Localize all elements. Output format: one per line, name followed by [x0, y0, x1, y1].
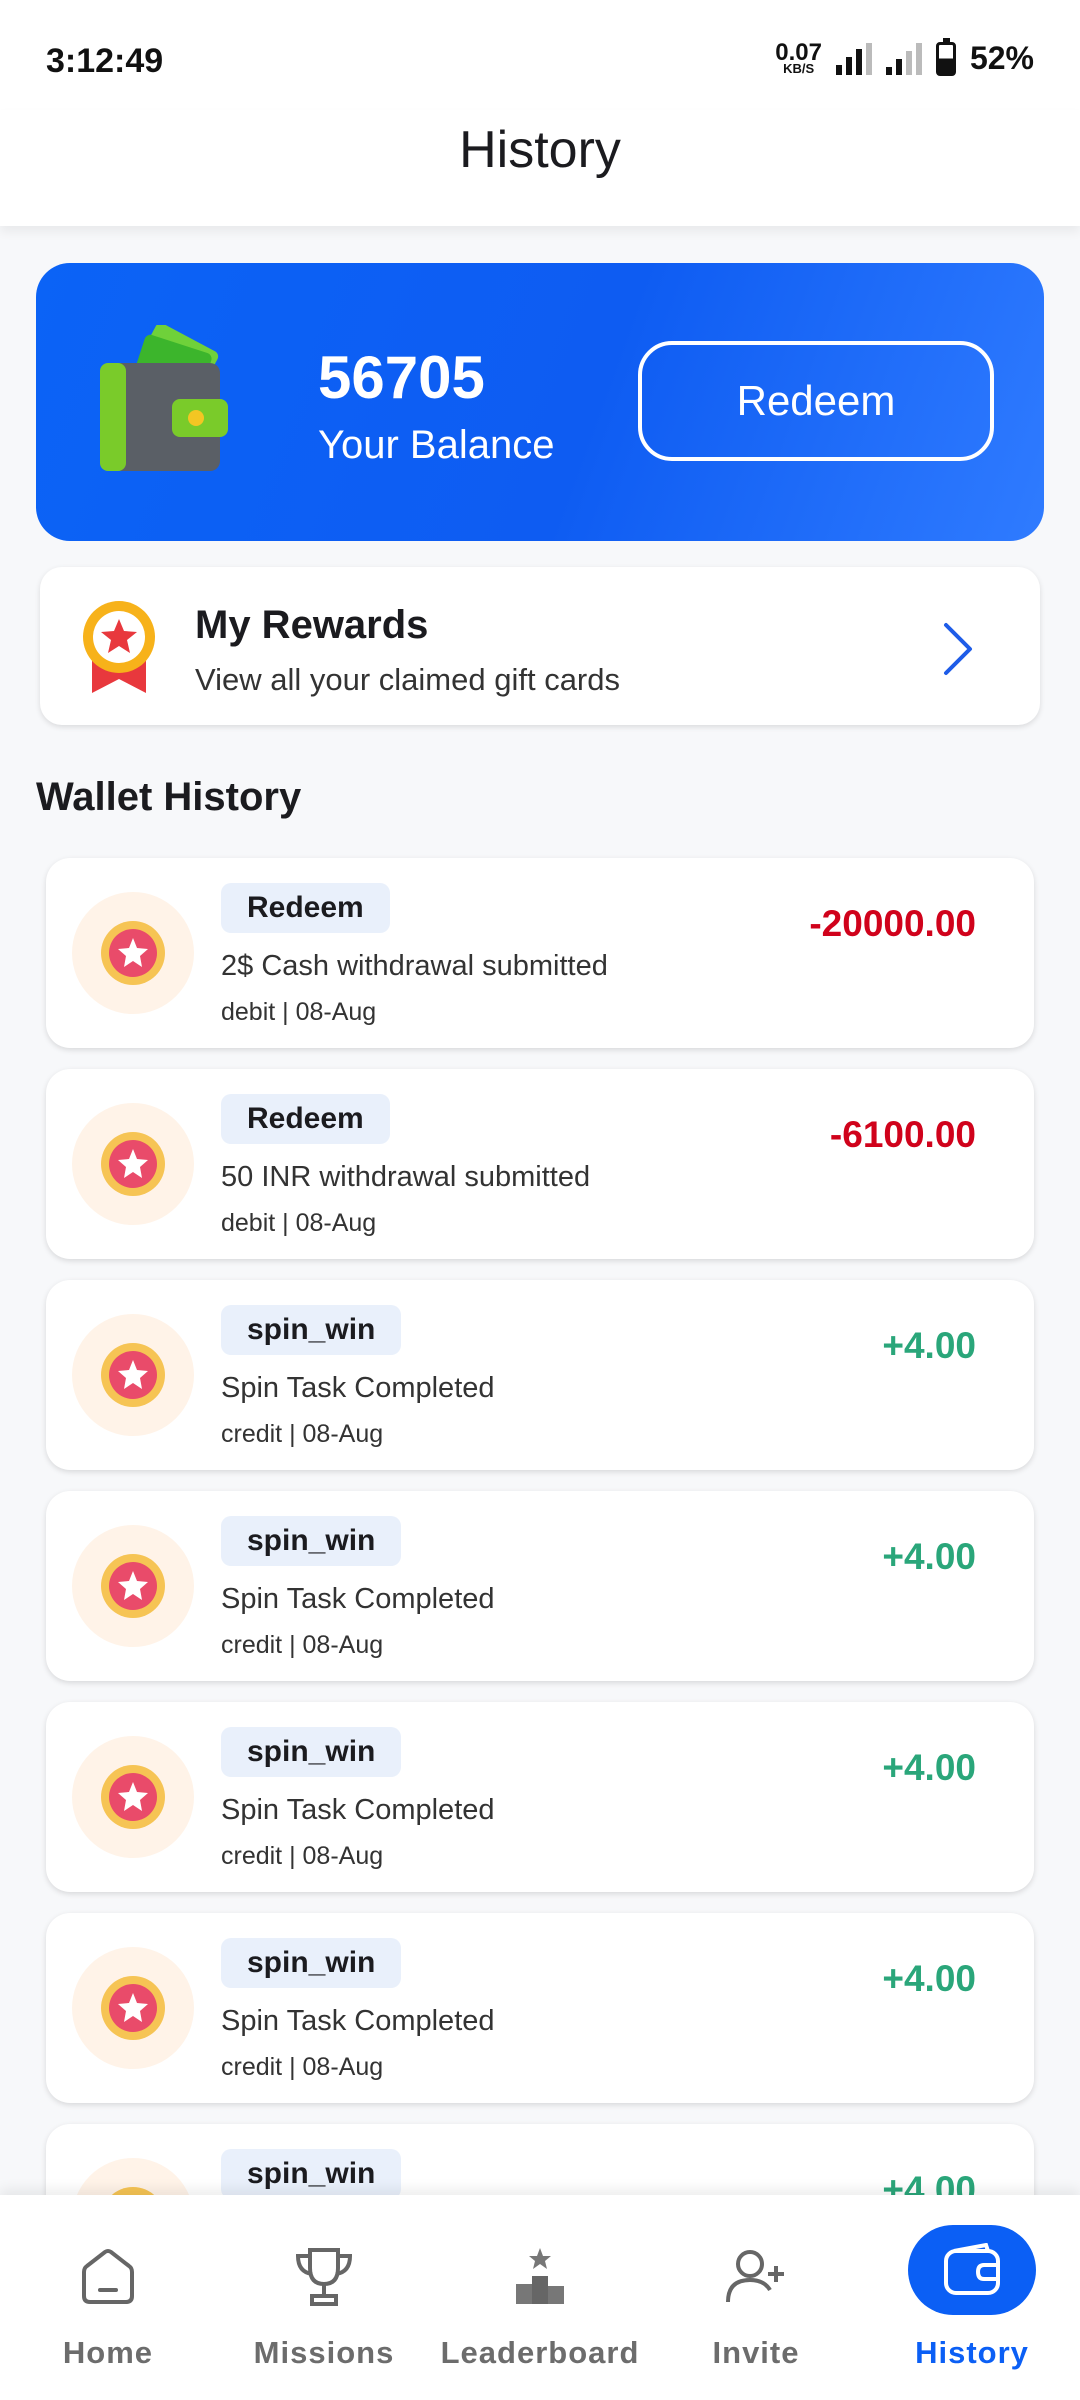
transaction-meta: credit | 08-Aug	[221, 1631, 384, 1659]
coin-badge	[72, 1736, 194, 1858]
transaction-description: 50 INR withdrawal submitted	[221, 1161, 591, 1193]
transaction-tag: spin_win	[221, 1516, 402, 1566]
nav-item-leaderboard[interactable]: Leaderboard	[432, 2195, 648, 2400]
battery-percent: 52%	[969, 40, 1034, 76]
app-header: History	[0, 110, 1080, 226]
transaction-row[interactable]: Redeem 50 INR withdrawal submitted debit…	[46, 1069, 1034, 1259]
transaction-meta: credit | 08-Aug	[221, 1842, 384, 1870]
balance-label: Your Balance	[318, 423, 555, 467]
transaction-amount: -20000.00	[809, 903, 976, 944]
transaction-amount: -6100.00	[829, 1114, 976, 1155]
coin-badge	[72, 1103, 194, 1225]
nav-item-missions[interactable]: Missions	[216, 2195, 432, 2400]
transaction-tag: spin_win	[221, 2149, 402, 2199]
transaction-description: Spin Task Completed	[221, 1794, 495, 1826]
status-time: 3:12:49	[46, 42, 164, 80]
wallet-illustration-icon	[100, 325, 228, 471]
bottom-nav: Home Missions Leaderboard Invite History	[0, 2195, 1080, 2400]
transaction-meta: credit | 08-Aug	[221, 2053, 384, 2081]
nav-label-invite: Invite	[712, 2335, 800, 2370]
transaction-meta: credit | 08-Aug	[221, 1420, 384, 1448]
wallet-history-title: Wallet History	[36, 775, 302, 819]
wallet-icon	[908, 2225, 1036, 2315]
battery-icon	[935, 37, 956, 76]
transaction-row[interactable]: spin_win Spin Task Completed credit | 08…	[46, 1702, 1034, 1892]
leaderboard-icon	[505, 2241, 575, 2311]
wallet-history-list: Redeem 2$ Cash withdrawal submitted debi…	[46, 858, 1034, 2335]
nav-label-home: Home	[62, 2335, 154, 2370]
transaction-meta: debit | 08-Aug	[221, 998, 377, 1026]
rewards-title: My Rewards	[195, 603, 429, 647]
home-icon	[73, 2241, 143, 2311]
nav-label-leaderboard: Leaderboard	[440, 2335, 640, 2370]
transaction-tag: spin_win	[221, 1727, 402, 1777]
page-title: History	[459, 121, 621, 179]
coin-icon	[101, 1132, 165, 1196]
nav-item-invite[interactable]: Invite	[648, 2195, 864, 2400]
transaction-row[interactable]: spin_win Spin Task Completed credit | 08…	[46, 1280, 1034, 1470]
mobile-data-signal-icon	[885, 42, 922, 75]
coin-badge	[72, 892, 194, 1014]
add-user-icon	[721, 2241, 791, 2311]
coin-icon	[101, 921, 165, 985]
transaction-amount: +4.00	[882, 1325, 976, 1366]
coin-icon	[101, 1554, 165, 1618]
chevron-right-icon[interactable]	[938, 621, 978, 677]
coin-badge	[72, 1314, 194, 1436]
transaction-tag: Redeem	[221, 1094, 390, 1144]
coin-icon	[101, 1765, 165, 1829]
signal-icon	[835, 42, 872, 75]
medal-icon	[83, 601, 155, 693]
coin-badge	[72, 1947, 194, 2069]
transaction-tag: spin_win	[221, 1938, 402, 1988]
coin-icon	[101, 1976, 165, 2040]
nav-label-history: History	[915, 2335, 1029, 2370]
my-rewards-card[interactable]: My Rewards View all your claimed gift ca…	[40, 567, 1040, 725]
status-icons: 0.07 KB/S 52%	[775, 37, 1034, 77]
status-bar: 3:12:49 0.07 KB/S 52%	[0, 0, 1080, 125]
transaction-amount: +4.00	[882, 1536, 976, 1577]
balance-amount: 56705	[318, 344, 485, 411]
transaction-row[interactable]: spin_win Spin Task Completed credit | 08…	[46, 1913, 1034, 2103]
coin-badge	[72, 1525, 194, 1647]
transaction-row[interactable]: spin_win Spin Task Completed credit | 08…	[46, 1491, 1034, 1681]
balance-card: 56705 Your Balance Redeem	[36, 263, 1044, 541]
transaction-description: Spin Task Completed	[221, 1583, 495, 1615]
transaction-amount: +4.00	[882, 1958, 976, 1999]
redeem-button[interactable]: Redeem	[638, 341, 994, 461]
nav-item-home[interactable]: Home	[0, 2195, 216, 2400]
transaction-meta: debit | 08-Aug	[221, 1209, 377, 1237]
transaction-description: Spin Task Completed	[221, 2005, 495, 2037]
transaction-row[interactable]: Redeem 2$ Cash withdrawal submitted debi…	[46, 858, 1034, 1048]
transaction-tag: Redeem	[221, 883, 390, 933]
network-speed-unit: KB/S	[783, 61, 815, 77]
transaction-amount: +4.00	[882, 1747, 976, 1788]
transaction-description: 2$ Cash withdrawal submitted	[221, 950, 608, 982]
trophy-icon	[289, 2241, 359, 2311]
rewards-subtitle: View all your claimed gift cards	[195, 662, 620, 697]
nav-item-history[interactable]: History	[864, 2195, 1080, 2400]
coin-icon	[101, 1343, 165, 1407]
network-speed: 0.07 KB/S	[775, 38, 822, 77]
transaction-description: Spin Task Completed	[221, 1372, 495, 1404]
transaction-tag: spin_win	[221, 1305, 402, 1355]
nav-label-missions: Missions	[253, 2335, 395, 2370]
network-speed-value: 0.07	[775, 38, 822, 66]
